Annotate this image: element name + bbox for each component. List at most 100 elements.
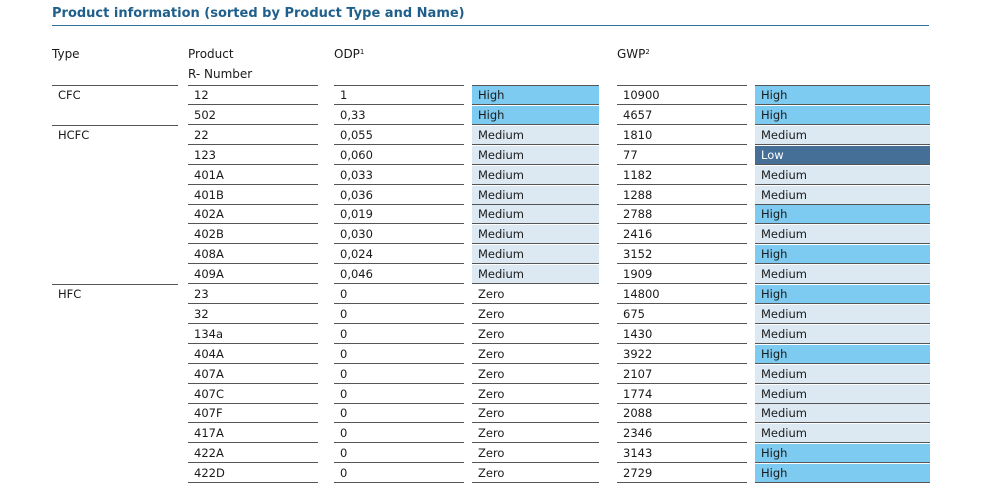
odp-class-cell: Medium xyxy=(472,165,599,185)
odp-class-cell: Zero xyxy=(472,324,599,344)
product-cell: 502 xyxy=(188,106,318,125)
gwp-value-cell: 2088 xyxy=(617,404,747,424)
type-label: HCFC xyxy=(58,127,90,142)
product-cell: 401A xyxy=(188,166,318,185)
gwp-class-cell: Medium xyxy=(755,304,930,324)
gwp-class-cell: Medium xyxy=(755,384,930,404)
product-cell: 407A xyxy=(188,365,318,384)
table-row: 404A 0 Zero 3922 High xyxy=(0,344,985,365)
gwp-value-cell: 2788 xyxy=(617,205,747,225)
odp-class-cell: Zero xyxy=(472,444,599,464)
gwp-class-cell: High xyxy=(755,285,930,304)
odp-class-cell: Zero xyxy=(472,364,599,384)
odp-value-cell: 0,036 xyxy=(334,186,464,205)
gwp-value-cell: 2346 xyxy=(617,424,747,444)
product-cell: 12 xyxy=(188,86,318,105)
table-row: 402A 0,019 Medium 2788 High xyxy=(0,205,985,225)
table-row: 422A 0 Zero 3143 High xyxy=(0,444,985,464)
table-row: 401B 0,036 Medium 1288 Medium xyxy=(0,185,985,206)
product-cell: 417A xyxy=(188,424,318,444)
odp-value-cell: 0,33 xyxy=(334,106,464,125)
table-row: 408A 0,024 Medium 3152 High xyxy=(0,245,985,265)
odp-value-cell: 0 xyxy=(334,365,464,384)
odp-value-cell: 0 xyxy=(334,424,464,444)
gwp-value-cell: 2729 xyxy=(617,464,747,484)
table-row: 417A 0 Zero 2346 Medium xyxy=(0,424,985,444)
product-cell: 401B xyxy=(188,186,318,205)
gwp-value-cell: 3152 xyxy=(617,245,747,265)
product-cell: 422D xyxy=(188,464,318,484)
odp-value-cell: 0,046 xyxy=(334,265,464,285)
table-row: 402B 0,030 Medium 2416 Medium xyxy=(0,225,985,245)
product-cell: 32 xyxy=(188,305,318,324)
gwp-value-cell: 1430 xyxy=(617,325,747,344)
odp-class-cell: Medium xyxy=(472,265,599,285)
gwp-value-cell: 1909 xyxy=(617,265,747,285)
gwp-class-cell: Medium xyxy=(755,225,930,245)
odp-class-cell: Zero xyxy=(472,304,599,324)
odp-class-cell: Zero xyxy=(472,344,599,364)
product-cell: 402A xyxy=(188,205,318,225)
table-row: 422D 0 Zero 2729 High xyxy=(0,464,985,484)
odp-value-cell: 0 xyxy=(334,325,464,344)
odp-class-cell: Medium xyxy=(472,245,599,265)
product-cell: 402B xyxy=(188,225,318,245)
table-row: 401A 0,033 Medium 1182 Medium xyxy=(0,165,985,186)
odp-value-cell: 0,055 xyxy=(334,126,464,145)
gwp-class-cell: Medium xyxy=(755,404,930,424)
odp-value-cell: 0,019 xyxy=(334,205,464,225)
table-row: 407A 0 Zero 2107 Medium xyxy=(0,364,985,385)
odp-value-cell: 0,060 xyxy=(334,146,464,165)
gwp-value-cell: 2107 xyxy=(617,365,747,384)
gwp-value-cell: 3143 xyxy=(617,444,747,464)
odp-value-cell: 0 xyxy=(334,285,464,304)
gwp-value-cell: 1774 xyxy=(617,385,747,404)
gwp-class-cell: High xyxy=(755,105,930,125)
odp-value-cell: 0,024 xyxy=(334,245,464,265)
table-row: HFC 23 0 Zero 14800 High xyxy=(0,285,985,305)
odp-class-cell: High xyxy=(472,86,599,105)
gwp-class-cell: High xyxy=(755,444,930,464)
gwp-class-cell: High xyxy=(755,86,930,105)
gwp-class-cell: Medium xyxy=(755,125,930,145)
odp-class-cell: Zero xyxy=(472,404,599,424)
gwp-class-cell: Medium xyxy=(755,364,930,384)
odp-class-cell: Medium xyxy=(472,225,599,245)
table-row: 409A 0,046 Medium 1909 Medium xyxy=(0,265,985,285)
gwp-value-cell: 10900 xyxy=(617,86,747,105)
table-row: 407C 0 Zero 1774 Medium xyxy=(0,384,985,405)
odp-class-cell: Zero xyxy=(472,285,599,304)
odp-value-cell: 0,030 xyxy=(334,225,464,245)
gwp-value-cell: 14800 xyxy=(617,285,747,304)
odp-value-cell: 0 xyxy=(334,444,464,464)
table-row: 134a 0 Zero 1430 Medium xyxy=(0,324,985,345)
gwp-class-cell: Medium xyxy=(755,165,930,185)
type-label: CFC xyxy=(58,88,81,102)
product-cell: 123 xyxy=(188,146,318,165)
gwp-value-cell: 1182 xyxy=(617,166,747,185)
odp-class-cell: Zero xyxy=(472,384,599,404)
gwp-class-cell: Medium xyxy=(755,324,930,344)
odp-value-cell: 1 xyxy=(334,86,464,105)
odp-class-cell: Medium xyxy=(472,185,599,205)
gwp-value-cell: 3922 xyxy=(617,345,747,364)
type-label: HFC xyxy=(58,287,82,301)
odp-class-cell: Zero xyxy=(472,424,599,444)
odp-class-cell: High xyxy=(472,105,599,125)
product-cell: 409A xyxy=(188,265,318,285)
product-table: CFC 12 1 High 10900 High 502 0,33 High 4657 High HC… xyxy=(0,0,985,491)
product-cell: 23 xyxy=(188,285,318,304)
gwp-class-cell: Medium xyxy=(755,185,930,205)
product-cell: 407F xyxy=(188,404,318,424)
odp-class-cell: Zero xyxy=(472,464,599,484)
odp-value-cell: 0 xyxy=(334,305,464,324)
odp-value-cell: 0,033 xyxy=(334,166,464,185)
gwp-class-cell: Low xyxy=(755,145,930,165)
odp-value-cell: 0 xyxy=(334,464,464,484)
product-cell: 422A xyxy=(188,444,318,464)
table-row: 32 0 Zero 675 Medium xyxy=(0,304,985,325)
odp-class-cell: Medium xyxy=(472,205,599,225)
gwp-value-cell: 4657 xyxy=(617,106,747,125)
product-cell: 408A xyxy=(188,245,318,265)
gwp-class-cell: Medium xyxy=(755,424,930,444)
